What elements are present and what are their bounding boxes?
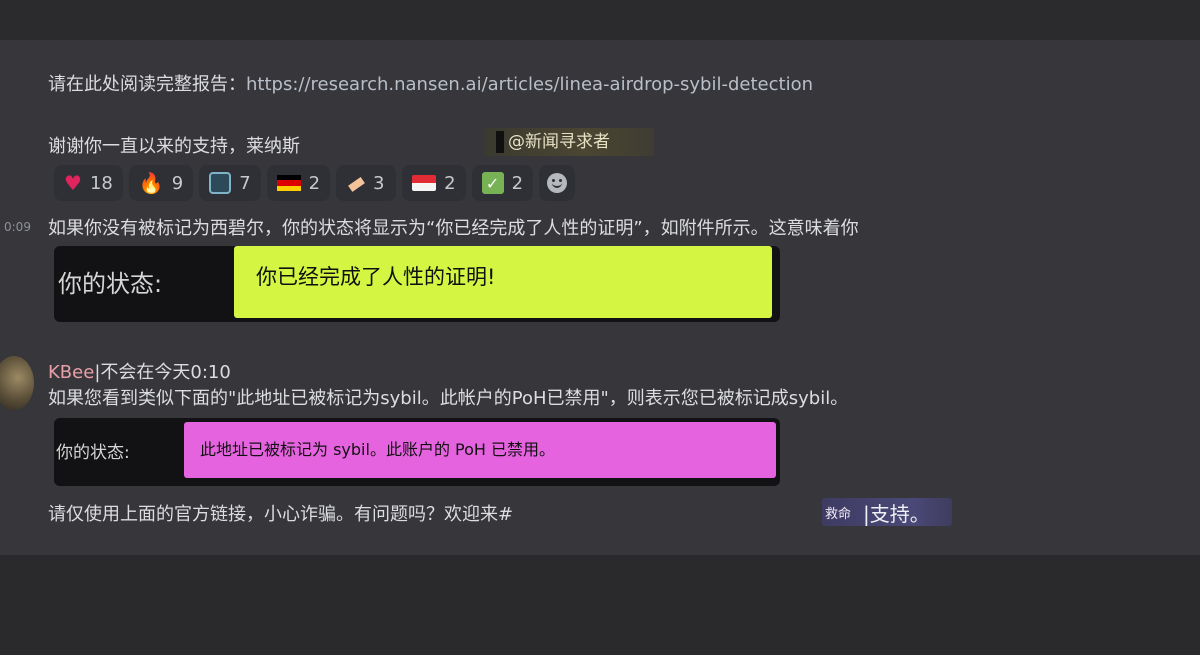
status-value-success: 你已经完成了人性的证明! bbox=[234, 246, 772, 318]
report-link[interactable]: https://research.nansen.ai/articles/line… bbox=[246, 74, 813, 95]
status-label: 你的状态: bbox=[56, 443, 130, 463]
message-text: 如果你没有被标记为西碧尔，你的状态将显示为“你已经完成了人性的证明”，如附件所示… bbox=[48, 218, 859, 239]
reaction-count: 2 bbox=[308, 172, 321, 194]
reaction-indonesia[interactable]: 2 bbox=[402, 165, 466, 201]
channel-tag-support[interactable]: 救命 |支持。 bbox=[822, 498, 952, 526]
robot-icon bbox=[209, 172, 232, 194]
add-reaction-button[interactable] bbox=[539, 165, 576, 201]
channel-tag-label: 救命 bbox=[825, 506, 852, 522]
reactions-bar: ♥ 18 🔥 9 7 2 ▬ 3 2 ✓ 2 bbox=[54, 165, 576, 201]
indonesia-flag-icon bbox=[412, 175, 437, 191]
reaction-fire[interactable]: 🔥 9 bbox=[128, 165, 194, 201]
reaction-count: 9 bbox=[171, 172, 184, 194]
reaction-count: 3 bbox=[373, 172, 385, 194]
reaction-count: 2 bbox=[511, 172, 524, 194]
avatar-glyph bbox=[496, 131, 504, 153]
reaction-count: 7 bbox=[239, 172, 251, 194]
reaction-count: 2 bbox=[444, 172, 456, 194]
status-card-sybil: 你的状态: 此地址已被标记为 sybil。此账户的 PoH 已禁用。 bbox=[54, 418, 780, 486]
mention-text: @新闻寻求者 bbox=[508, 132, 610, 152]
username[interactable]: KBee bbox=[48, 362, 94, 383]
fire-icon: 🔥 bbox=[138, 171, 164, 195]
footer-text: 请仅使用上面的官方链接，小心诈骗。有问题吗？欢迎来# bbox=[48, 504, 514, 525]
message-timestamp: 0:09 bbox=[4, 220, 31, 234]
add-reaction-icon bbox=[547, 173, 568, 193]
username-line: KBee|不会在今天0:10 bbox=[48, 358, 231, 384]
report-line: 请在此处阅读完整报告：https://research.nansen.ai/ar… bbox=[48, 70, 813, 96]
status-value-sybil: 此地址已被标记为 sybil。此账户的 PoH 已禁用。 bbox=[184, 422, 776, 478]
channel-tag-name: |支持。 bbox=[863, 501, 930, 526]
bottom-area bbox=[0, 555, 1200, 655]
check-mark-icon: ✓ bbox=[481, 172, 504, 194]
reaction-heart[interactable]: ♥ 18 bbox=[54, 165, 123, 201]
bandage-icon: ▬ bbox=[340, 167, 371, 199]
report-prefix: 请在此处阅读完整报告： bbox=[48, 74, 246, 95]
reaction-check[interactable]: ✓ 2 bbox=[471, 165, 534, 201]
message-text: 如果您看到类似下面的"此地址已被标记为sybil。此帐户的PoH已禁用"，则表示… bbox=[48, 388, 849, 409]
reaction-count: 18 bbox=[89, 172, 113, 194]
heart-icon: ♥ bbox=[64, 171, 82, 195]
reaction-bandage[interactable]: ▬ 3 bbox=[336, 165, 397, 201]
mention-tag[interactable]: @新闻寻求者 bbox=[484, 128, 654, 156]
username-suffix: |不会在今天0:10 bbox=[94, 362, 231, 383]
status-card-success: 你的状态: 你已经完成了人性的证明! bbox=[54, 246, 780, 322]
top-bar bbox=[0, 0, 1200, 40]
status-label: 你的状态: bbox=[58, 270, 163, 298]
reaction-germany[interactable]: 2 bbox=[266, 165, 331, 201]
germany-flag-icon bbox=[276, 175, 301, 191]
thanks-text: 谢谢你一直以来的支持，莱纳斯 bbox=[48, 136, 300, 157]
reaction-robot[interactable]: 7 bbox=[199, 165, 261, 201]
